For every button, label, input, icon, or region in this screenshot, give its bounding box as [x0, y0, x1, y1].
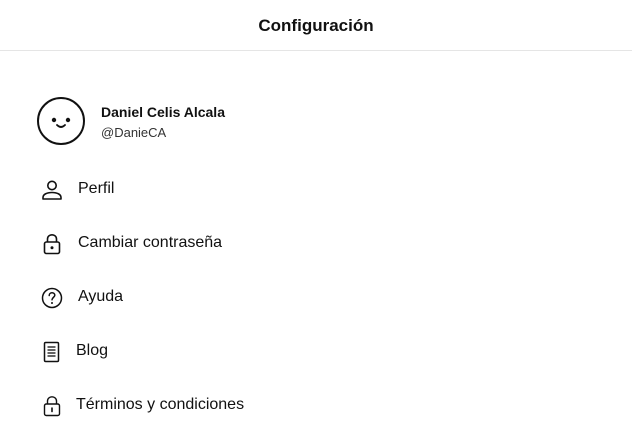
menu-item-cambiar-contrasena[interactable]: Cambiar contraseña [0, 217, 632, 271]
profile-name: Daniel Celis Alcala [101, 104, 225, 120]
profile-handle: @DanieCA [101, 125, 167, 140]
menu-item-blog[interactable]: Blog [0, 325, 632, 379]
menu-item-label: Cambiar contraseña [78, 234, 223, 251]
avatar[interactable] [37, 97, 85, 145]
menu-item-label: Ayuda [78, 288, 124, 305]
profile-card[interactable]: Daniel Celis Alcala @DanieCA [37, 95, 225, 147]
page-title: Configuración [258, 16, 374, 35]
menu-item-ayuda[interactable]: Ayuda [0, 271, 632, 325]
smiley-face-icon [51, 117, 71, 128]
menu-item-terminos[interactable]: Términos y condiciones [0, 379, 632, 433]
menu-item-label: Perfil [78, 180, 115, 197]
user-icon [42, 180, 62, 200]
help-circle-icon [41, 287, 63, 309]
menu-item-label: Términos y condiciones [76, 396, 245, 413]
menu-item-label: Blog [76, 342, 109, 359]
menu-item-perfil[interactable]: Perfil [0, 163, 632, 217]
lock-icon [43, 396, 61, 417]
profile-info: Daniel Celis Alcala @DanieCA [101, 103, 225, 142]
app-header: Configuración [0, 0, 632, 51]
lock-icon [43, 233, 61, 255]
document-icon [43, 341, 60, 363]
